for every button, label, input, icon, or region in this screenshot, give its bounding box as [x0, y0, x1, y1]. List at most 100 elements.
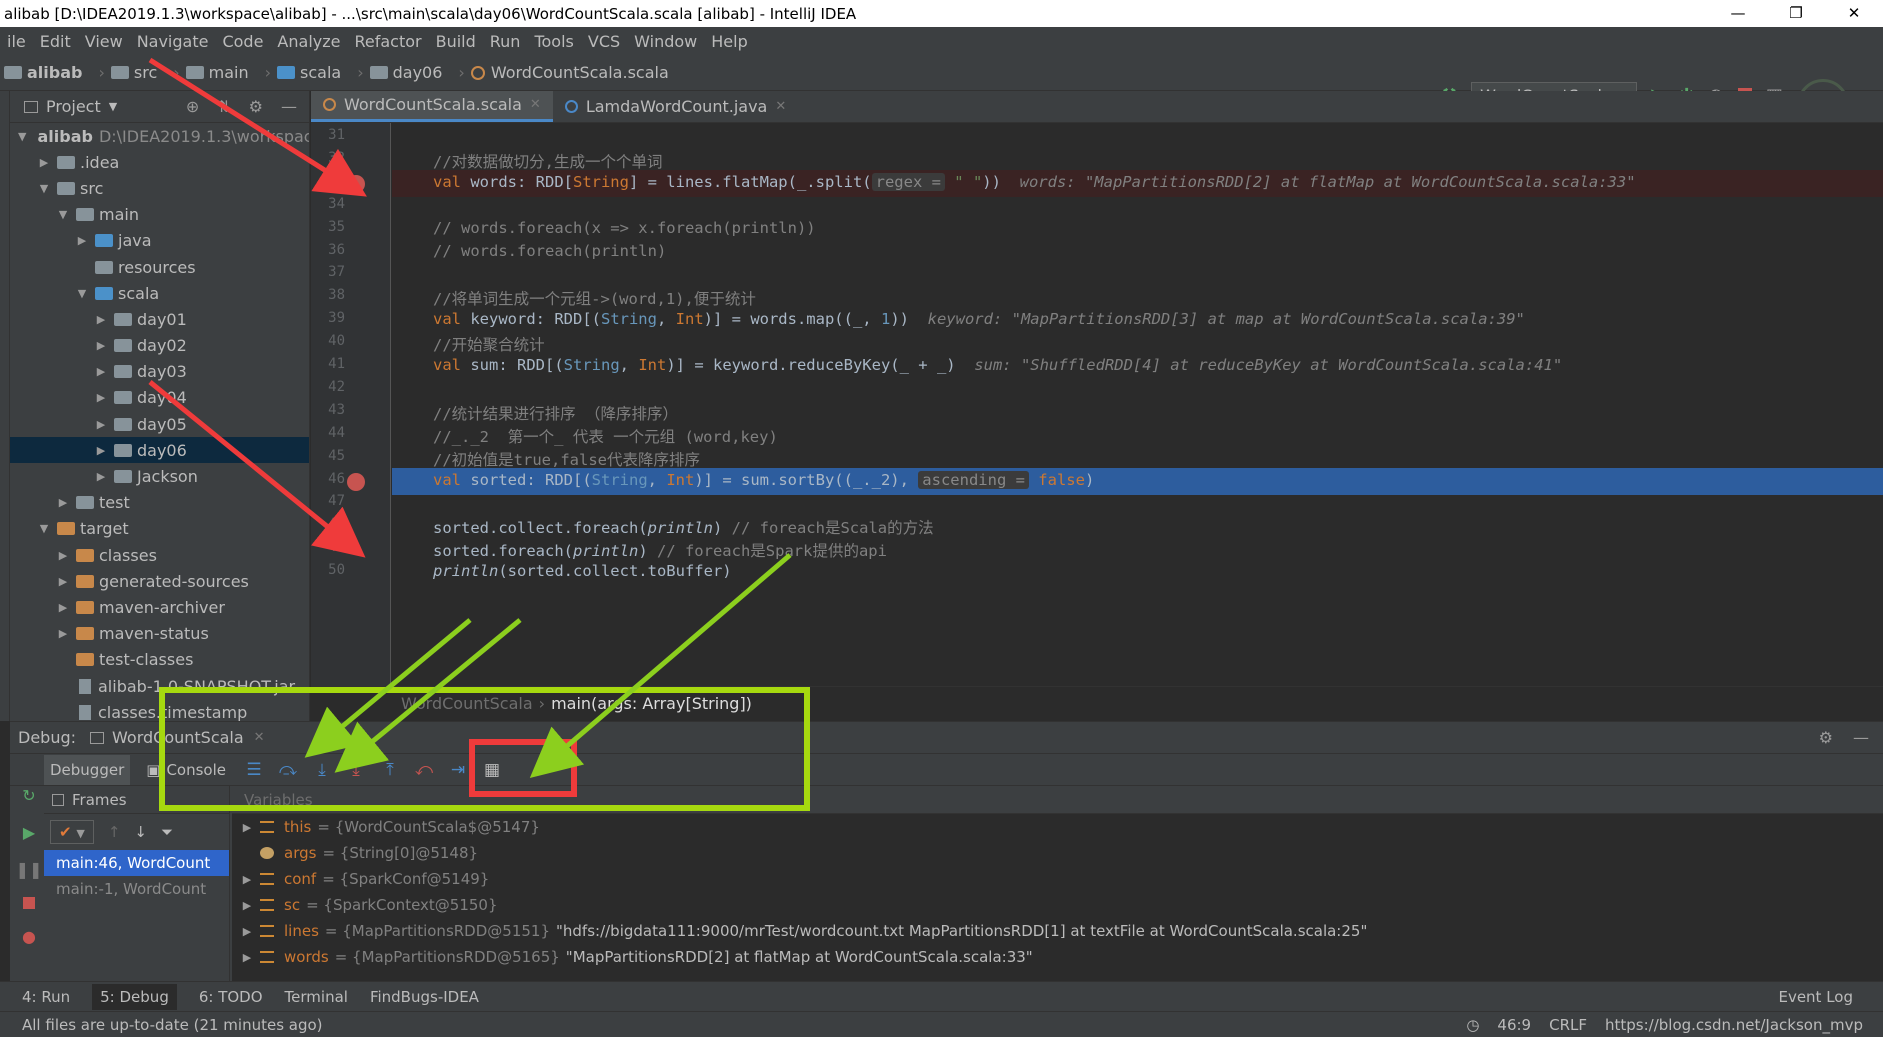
maximize-button[interactable]: ❐ [1767, 0, 1825, 27]
debugger-tab[interactable]: Debugger [44, 754, 131, 785]
menu-item-tools[interactable]: Tools [527, 32, 580, 51]
crumb-class[interactable]: WordCountScala [401, 694, 533, 713]
code-line[interactable]: //将单词生成一个元组->(word,1),便于统计 [433, 287, 756, 309]
tree-item-main[interactable]: ▼ main [10, 202, 309, 228]
expand-arrow-icon[interactable]: ▶ [94, 313, 108, 326]
menu-item-help[interactable]: Help [704, 32, 754, 51]
line-number[interactable]: 41 [311, 356, 389, 372]
expand-arrow-icon[interactable]: ▶ [94, 470, 108, 483]
down-arrow-icon[interactable]: ↓ [134, 823, 147, 841]
line-number[interactable]: 35 [311, 219, 389, 235]
tree-item-day02[interactable]: ▶ day02 [10, 333, 309, 359]
expand-arrow-icon[interactable]: ▶ [37, 156, 51, 169]
expand-arrow-icon[interactable]: ▶ [56, 496, 70, 509]
thread-select[interactable]: ✔ ▼ [50, 820, 94, 844]
tree-item-generated-sources[interactable]: ▶ generated-sources [10, 568, 309, 594]
expand-arrow-icon[interactable]: ▶ [56, 575, 70, 588]
line-number[interactable]: 44 [311, 425, 389, 441]
close-icon[interactable]: ✕ [530, 97, 541, 112]
expand-arrow-icon[interactable]: ▼ [56, 208, 70, 221]
close-button[interactable]: ✕ [1825, 0, 1883, 27]
step-out-icon[interactable]: ⤒ [378, 760, 402, 780]
tree-item-scala[interactable]: ▼ scala [10, 280, 309, 306]
editor-tab-0[interactable]: WordCountScala.scala ✕ [311, 91, 553, 122]
force-step-into-icon[interactable]: ⤓ [344, 760, 368, 780]
expand-arrow-icon[interactable]: ▼ [37, 182, 51, 195]
stop-icon[interactable] [23, 897, 35, 909]
expand-arrow-icon[interactable]: ▶ [56, 601, 70, 614]
code-line[interactable]: val sorted: RDD[(String, Int)] = sum.sor… [433, 470, 1094, 489]
nav-crumb-5[interactable]: WordCountScala.scala [470, 63, 669, 82]
menu-item-run[interactable]: Run [483, 32, 528, 51]
menu-item-navigate[interactable]: Navigate [130, 32, 216, 51]
expand-arrow-icon[interactable]: ▶ [240, 951, 254, 964]
tree-item-day05[interactable]: ▶ day05 [10, 411, 309, 437]
expand-arrow-icon[interactable]: ▼ [18, 130, 26, 143]
expand-arrow-icon[interactable]: ▶ [56, 549, 70, 562]
gear-icon[interactable]: ⚙ [249, 97, 263, 116]
code-line[interactable]: sorted.foreach(println) // foreach是Spark… [433, 539, 887, 561]
line-number[interactable]: 39 [311, 310, 389, 326]
tree-item-java[interactable]: ▶ java [10, 228, 309, 254]
variable-row[interactable]: ▶ conf = {SparkConf@5149} [232, 866, 1883, 892]
expand-arrow-icon[interactable]: ▶ [240, 821, 254, 834]
project-panel-title[interactable]: Project [46, 97, 101, 116]
menu-item-code[interactable]: Code [215, 32, 270, 51]
caret-position[interactable]: 46:9 [1497, 1016, 1531, 1034]
close-icon[interactable]: ✕ [775, 99, 786, 114]
step-into-icon[interactable]: ⤓ [310, 760, 334, 780]
menu-item-view[interactable]: View [78, 32, 130, 51]
nav-crumb-1[interactable]: src [110, 63, 157, 82]
tree-item-day06[interactable]: ▶ day06 [10, 437, 309, 464]
tree-item-maven-status[interactable]: ▶ maven-status [10, 621, 309, 647]
expand-arrow-icon[interactable]: ▶ [75, 234, 89, 247]
menu-item-window[interactable]: Window [627, 32, 704, 51]
expand-arrow-icon[interactable]: ▼ [75, 287, 89, 300]
line-number[interactable]: 32 [311, 150, 389, 166]
line-number[interactable]: 48 [311, 516, 389, 532]
minimize-button[interactable]: — [1709, 0, 1767, 27]
code-line[interactable]: val keyword: RDD[(String, Int)] = words.… [433, 310, 1525, 328]
tree-item-alibab-1-0-snapshot-jar[interactable]: alibab-1.0-SNAPSHOT.jar [10, 673, 309, 699]
code-line[interactable]: println(sorted.collect.toBuffer) [433, 562, 732, 580]
event-log-button[interactable]: Event Log [1778, 988, 1853, 1006]
tree-item-classes[interactable]: ▶ classes [10, 542, 309, 568]
tree-item-test-classes[interactable]: test-classes [10, 647, 309, 673]
tree-item-target[interactable]: ▼ target [10, 516, 309, 542]
expand-arrow-icon[interactable]: ▶ [240, 925, 254, 938]
variable-row[interactable]: ▶ lines = {MapPartitionsRDD@5151} "hdfs://b… [232, 918, 1883, 944]
evaluate-expression-icon[interactable]: ▦ [480, 760, 504, 780]
tree-item-src[interactable]: ▼ src [10, 175, 309, 201]
code-line[interactable]: //开始聚合统计 [433, 333, 545, 355]
menu-item-edit[interactable]: Edit [33, 32, 78, 51]
code-line[interactable]: //初始值是true,false代表降序排序 [433, 448, 700, 470]
tool-window-tab-0[interactable]: 4: Run [22, 988, 70, 1006]
line-number[interactable]: 43 [311, 402, 389, 418]
line-number[interactable]: 42 [311, 379, 389, 395]
code-line[interactable]: val words: RDD[String] = lines.flatMap(_… [433, 172, 1636, 191]
expand-arrow-icon[interactable]: ▶ [240, 899, 254, 912]
code-line[interactable]: //统计结果进行排序 （降序排序） [433, 402, 678, 424]
code-line[interactable]: // words.foreach(println) [433, 242, 666, 260]
tree-item-test[interactable]: ▶ test [10, 490, 309, 516]
variable-row[interactable]: ▶ words = {MapPartitionsRDD@5165} "MapParti… [232, 944, 1883, 970]
line-number[interactable]: 36 [311, 242, 389, 258]
hide-icon[interactable]: — [1853, 728, 1869, 747]
nav-crumb-2[interactable]: main [185, 63, 249, 82]
variable-row[interactable]: args = {String[0]@5148} [232, 840, 1883, 866]
line-number[interactable]: 40 [311, 333, 389, 349]
tree-item-resources[interactable]: resources [10, 254, 309, 280]
debug-session-tab[interactable]: WordCountScala [112, 728, 244, 747]
resume-icon[interactable]: ▶ [23, 823, 35, 842]
tree-item-classes-timestamp[interactable]: classes.timestamp [10, 699, 309, 721]
expand-arrow-icon[interactable]: ▼ [37, 522, 51, 535]
tree-item-maven-archiver[interactable]: ▶ maven-archiver [10, 594, 309, 620]
view-breakpoints-icon[interactable]: ● [22, 927, 36, 946]
chevron-down-icon[interactable]: ▼ [109, 100, 117, 113]
expand-arrow-icon[interactable]: ▶ [94, 391, 108, 404]
up-arrow-icon[interactable]: ↑ [108, 823, 121, 841]
tree-item-day01[interactable]: ▶ day01 [10, 306, 309, 332]
tool-window-tab-3[interactable]: Terminal [285, 988, 348, 1006]
tree-item-jackson[interactable]: ▶ Jackson [10, 463, 309, 489]
tree-item-day04[interactable]: ▶ day04 [10, 385, 309, 411]
